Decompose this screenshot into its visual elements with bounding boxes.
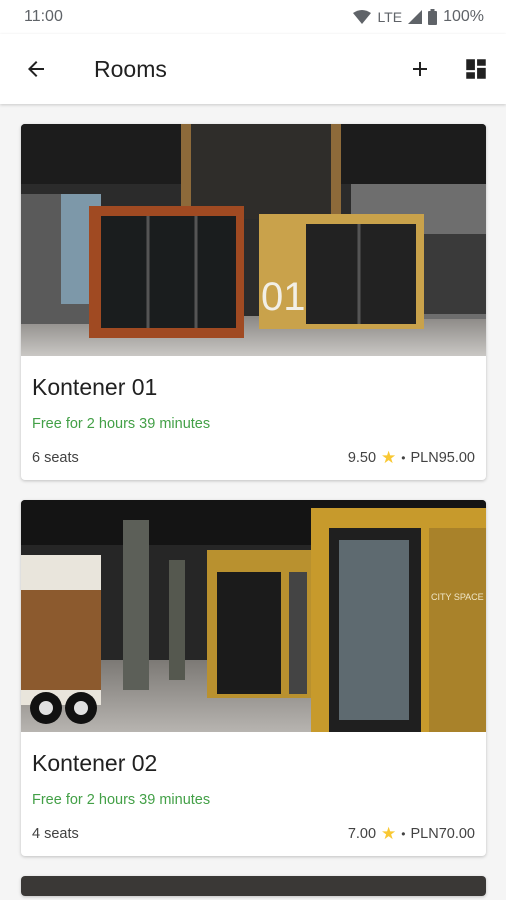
room-availability: Free for 2 hours 39 minutes	[32, 792, 211, 808]
add-room-button[interactable]	[400, 49, 440, 89]
room-price: PLN95.00	[410, 450, 476, 466]
room-meta: 6 seats 9.50 ★ • PLN95.00	[32, 448, 475, 468]
separator-dot: •	[401, 451, 406, 465]
rooms-list: 01 Kontener 01 Free for 2 hours 39 minut…	[0, 104, 506, 900]
room-name: Kontener 02	[32, 750, 158, 776]
room-price: PLN70.00	[410, 826, 476, 842]
network-type: LTE	[377, 9, 403, 25]
room-card[interactable]: 01 Kontener 01 Free for 2 hours 39 minut…	[21, 124, 486, 480]
container-sign: CITY SPACE CLUB	[431, 592, 486, 602]
page-title: Rooms	[94, 55, 167, 82]
room-rating-price: 7.00 ★ • PLN70.00	[348, 824, 475, 844]
star-icon: ★	[381, 824, 397, 843]
battery-icon	[428, 9, 438, 25]
room-photo: CITY SPACE CLUB	[21, 500, 486, 732]
room-details: Kontener 02 Free for 2 hours 39 minutes …	[21, 732, 486, 856]
room-seats: 4 seats	[32, 826, 79, 842]
room-rating-price: 9.50 ★ • PLN95.00	[348, 448, 475, 468]
room-rating: 9.50	[347, 450, 377, 466]
dashboard-icon	[466, 59, 486, 79]
add-icon	[413, 62, 427, 76]
back-button[interactable]	[18, 51, 54, 87]
battery-level: 100%	[443, 8, 484, 25]
signal-icon	[408, 10, 423, 24]
container-sign: 01	[261, 275, 306, 319]
arrow-back-icon	[28, 61, 44, 77]
layout-toggle-button[interactable]	[456, 49, 496, 89]
room-meta: 4 seats 7.00 ★ • PLN70.00	[32, 824, 475, 844]
room-availability: Free for 2 hours 39 minutes	[32, 416, 211, 432]
separator-dot: •	[401, 827, 406, 841]
star-icon: ★	[381, 448, 397, 467]
room-name: Kontener 01	[32, 374, 158, 400]
status-time: 11:00	[24, 8, 63, 25]
room-rating: 7.00	[347, 826, 377, 842]
room-photo: 01	[21, 124, 486, 356]
room-card-partial[interactable]	[21, 876, 486, 896]
room-card[interactable]: CITY SPACE CLUB Kontener 02 Free for 2 h…	[21, 500, 486, 856]
room-seats: 6 seats	[32, 450, 79, 466]
room-photo	[21, 876, 486, 896]
status-bar: 11:00 LTE 100%	[0, 0, 506, 34]
wifi-icon	[353, 10, 372, 24]
app-bar: Rooms	[0, 34, 506, 104]
room-details: Kontener 01 Free for 2 hours 39 minutes …	[21, 356, 486, 480]
rooms-screen: 11:00 LTE 100% Rooms 01 Kontener 01 Free…	[0, 0, 506, 900]
status-icons: LTE 100%	[353, 8, 484, 26]
